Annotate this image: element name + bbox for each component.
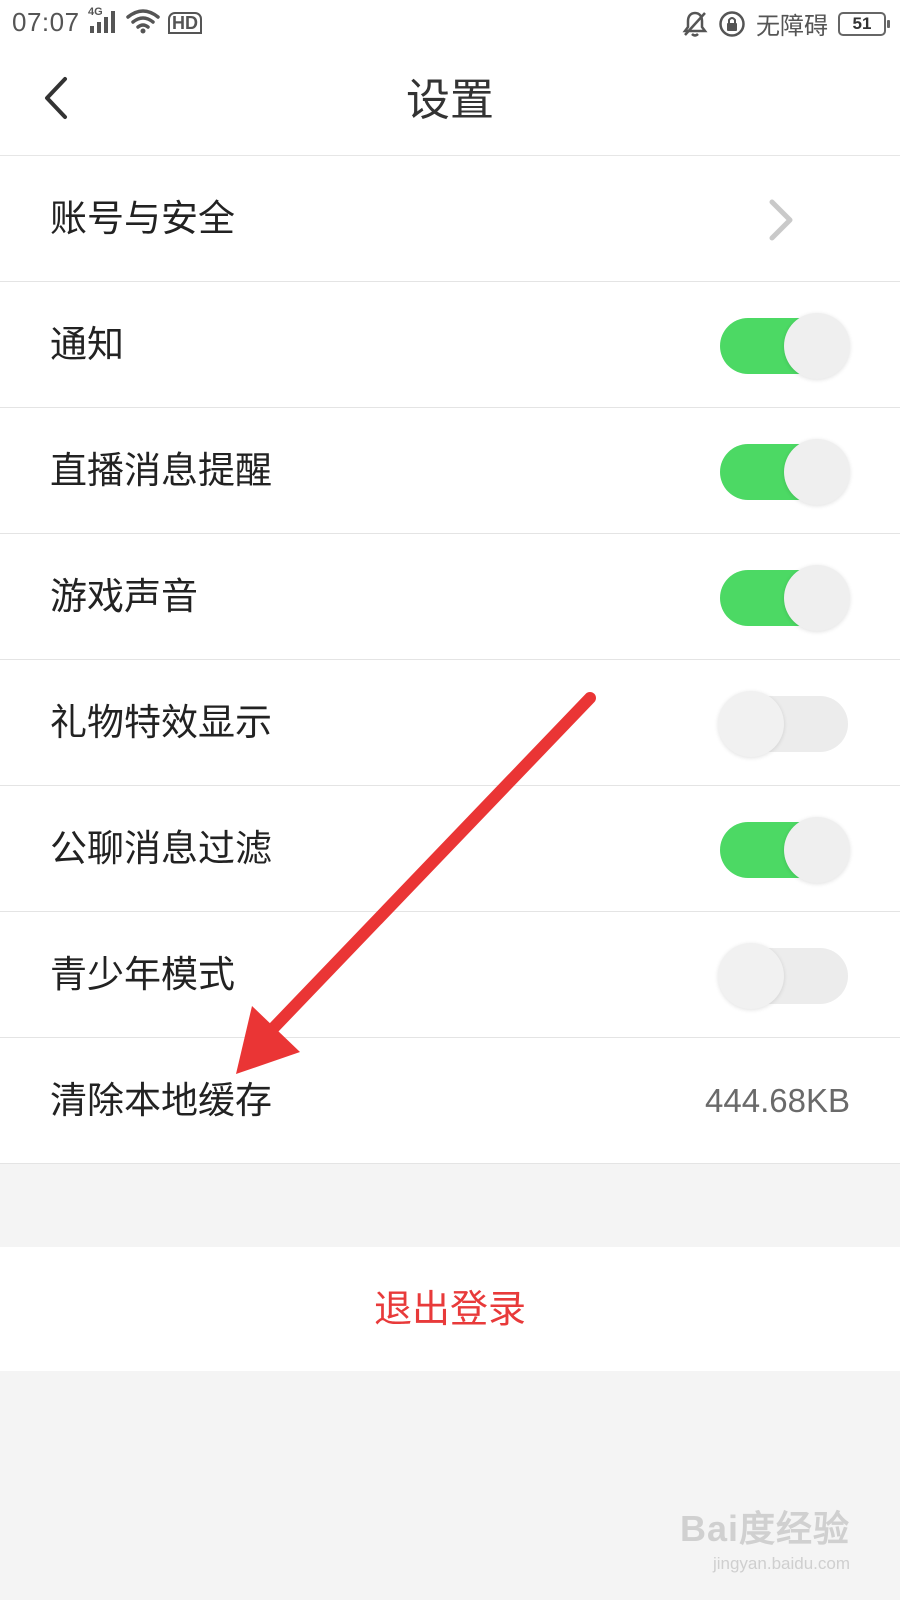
nav-bar: 设置 (0, 46, 900, 156)
rotation-lock-icon (718, 10, 746, 38)
status-time: 07:07 (12, 7, 80, 37)
game-sound-toggle[interactable] (720, 565, 850, 631)
settings-row-label: 礼物特效显示 (50, 701, 272, 744)
status-right: 无障碍 51 (682, 6, 890, 41)
page-title: 设置 (406, 75, 494, 126)
toggle-knob (784, 817, 850, 883)
settings-row-chat-filter: 公聊消息过滤 (0, 786, 900, 912)
hd-badge: HD (168, 12, 202, 34)
live-reminder-toggle[interactable] (720, 439, 850, 505)
status-left-icons: 4G HD (88, 6, 202, 34)
toggle-knob (718, 943, 784, 1009)
watermark-url: jingyan.baidu.com (712, 1554, 850, 1573)
logout-section: 退出登录 (0, 1247, 900, 1371)
settings-row-live-reminder: 直播消息提醒 (0, 408, 900, 534)
wifi-icon (126, 8, 160, 34)
watermark-logo: Bai度经验 (679, 1508, 850, 1549)
settings-row-label: 直播消息提醒 (50, 449, 272, 492)
settings-row-label: 游戏声音 (50, 575, 198, 618)
teen-mode-toggle[interactable] (718, 943, 848, 1009)
cache-size-value: 444.68KB (705, 1082, 850, 1119)
gift-effects-toggle[interactable] (718, 691, 848, 757)
chevron-left-icon (45, 77, 67, 119)
watermark: Bai度经验 jingyan.baidu.com (680, 1500, 850, 1574)
settings-row-label: 账号与安全 (50, 197, 235, 240)
battery-icon: 51 (838, 11, 890, 36)
bell-muted-icon (682, 10, 708, 38)
toggle-knob (784, 439, 850, 505)
status-bar: 07:07 4G HD 无障碍 51 (0, 0, 900, 46)
settings-row-label: 清除本地缓存 (50, 1079, 272, 1122)
accessibility-text: 无障碍 (756, 12, 828, 40)
settings-row-account-security[interactable]: 账号与安全 (0, 156, 900, 282)
logout-button[interactable]: 退出登录 (0, 1247, 900, 1371)
toggle-knob (718, 691, 784, 757)
toggle-knob (784, 313, 850, 379)
settings-row-label: 青少年模式 (50, 953, 235, 996)
settings-row-notification: 通知 (0, 282, 900, 408)
settings-row-label: 通知 (50, 323, 124, 366)
notification-toggle[interactable] (720, 313, 850, 379)
settings-row-teen-mode: 青少年模式 (0, 912, 900, 1038)
back-button[interactable] (26, 68, 86, 128)
settings-list: 账号与安全 通知 直播消息提醒 游戏声音 礼物特效显示 公聊消息过滤 青少年模式… (0, 156, 900, 1164)
settings-row-label: 公聊消息过滤 (50, 827, 272, 870)
chevron-right-icon (769, 199, 793, 241)
settings-screen: 07:07 4G HD 无障碍 51 设置 账号与安全 通知 直播消息提醒 游戏… (0, 0, 900, 1600)
toggle-knob (784, 565, 850, 631)
chat-filter-toggle[interactable] (720, 817, 850, 883)
signal-icon: 4G (88, 6, 118, 34)
settings-row-gift-effects: 礼物特效显示 (0, 660, 900, 786)
settings-row-clear-cache[interactable]: 清除本地缓存 444.68KB (0, 1038, 900, 1164)
settings-row-game-sound: 游戏声音 (0, 534, 900, 660)
